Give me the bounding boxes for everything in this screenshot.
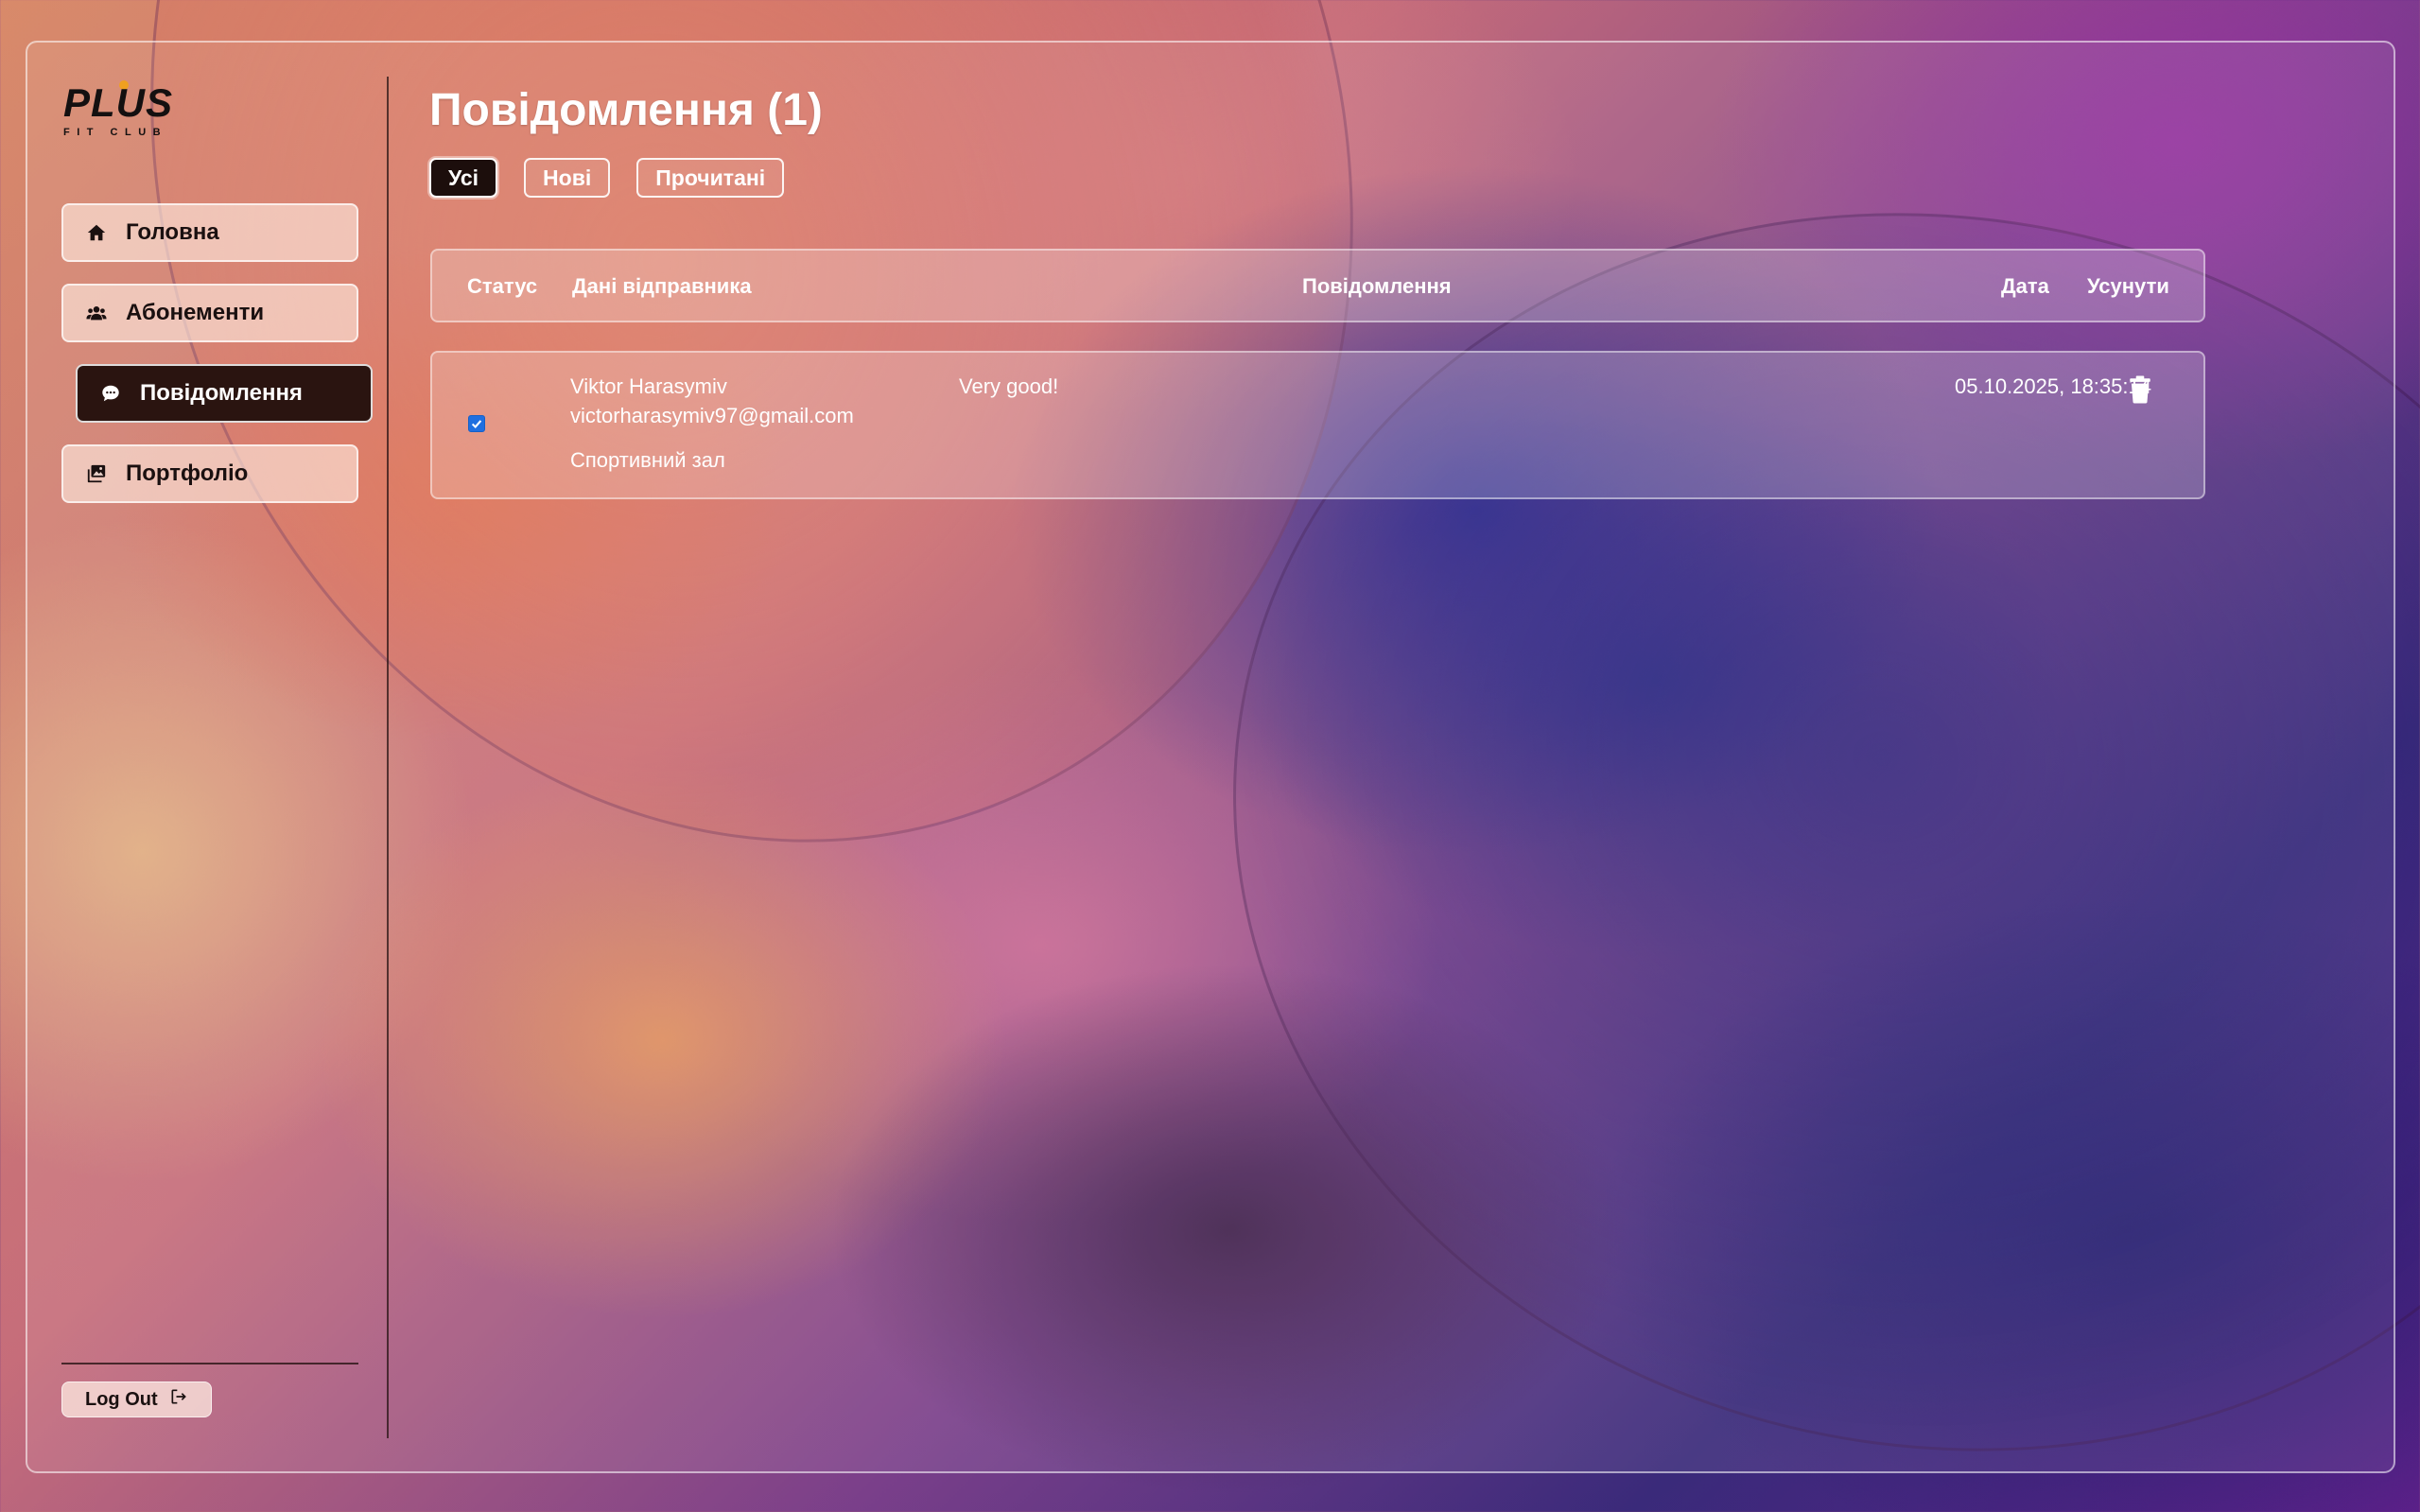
logout-button[interactable]: Log Out [61, 1382, 212, 1417]
sender-name: Viktor Harasymiv [570, 374, 727, 398]
sidebar-item-subscriptions[interactable]: Абонементи [61, 284, 358, 342]
trash-icon[interactable] [2128, 375, 2152, 404]
sidebar-item-label: Портфоліо [126, 461, 249, 486]
column-header-message: Повідомлення [1302, 274, 1452, 298]
message-date: 05.10.2025, 18:35:14 [1955, 374, 2151, 398]
sidebar-item-portfolio[interactable]: Портфоліо [61, 444, 358, 503]
gallery-icon [86, 463, 107, 484]
page-title: Повідомлення (1) [429, 85, 823, 135]
message-text: Very good! [959, 374, 1059, 398]
logout-label: Log Out [85, 1388, 158, 1410]
column-header-date: Дата [2001, 274, 2049, 298]
svg-text:FIT CLUB: FIT CLUB [63, 127, 167, 138]
sidebar-divider [387, 77, 389, 1438]
sidebar-nav: Головна Абонементи Повідомлення Портфолі… [61, 203, 373, 525]
filter-tabs: Усі Нові Прочитані [429, 158, 785, 198]
chat-icon [100, 383, 121, 404]
sidebar-item-home[interactable]: Головна [61, 203, 358, 262]
sidebar-item-messages[interactable]: Повідомлення [76, 364, 373, 423]
filter-new[interactable]: Нові [524, 158, 611, 198]
users-icon [86, 303, 107, 323]
logout-icon [169, 1387, 188, 1412]
status-checkbox[interactable] [468, 415, 485, 432]
filter-all[interactable]: Усі [429, 158, 498, 198]
table-row[interactable]: Viktor Harasymiv victorharasymiv97@gmail… [430, 351, 2205, 499]
logo[interactable]: PLUS FIT CLUB [61, 75, 213, 141]
column-header-status: Статус [467, 274, 538, 298]
column-header-remove: Усунути [2087, 274, 2169, 298]
svg-text:PLUS: PLUS [63, 80, 173, 125]
divider [61, 1363, 358, 1364]
table-header: Статус Дані відправника Повідомлення Дат… [430, 249, 2205, 322]
home-icon [86, 222, 107, 243]
sidebar-item-label: Абонементи [126, 300, 265, 325]
column-header-sender: Дані відправника [572, 274, 752, 298]
sender-email: victorharasymiv97@gmail.com [570, 404, 854, 427]
sidebar-item-label: Головна [126, 219, 219, 245]
message-category: Спортивний зал [570, 448, 725, 472]
filter-read[interactable]: Прочитані [636, 158, 785, 198]
sidebar: PLUS FIT CLUB Головна Абонементи Повідом… [27, 43, 389, 1471]
app-window: PLUS FIT CLUB Головна Абонементи Повідом… [26, 41, 2395, 1473]
sidebar-item-label: Повідомлення [140, 380, 303, 406]
